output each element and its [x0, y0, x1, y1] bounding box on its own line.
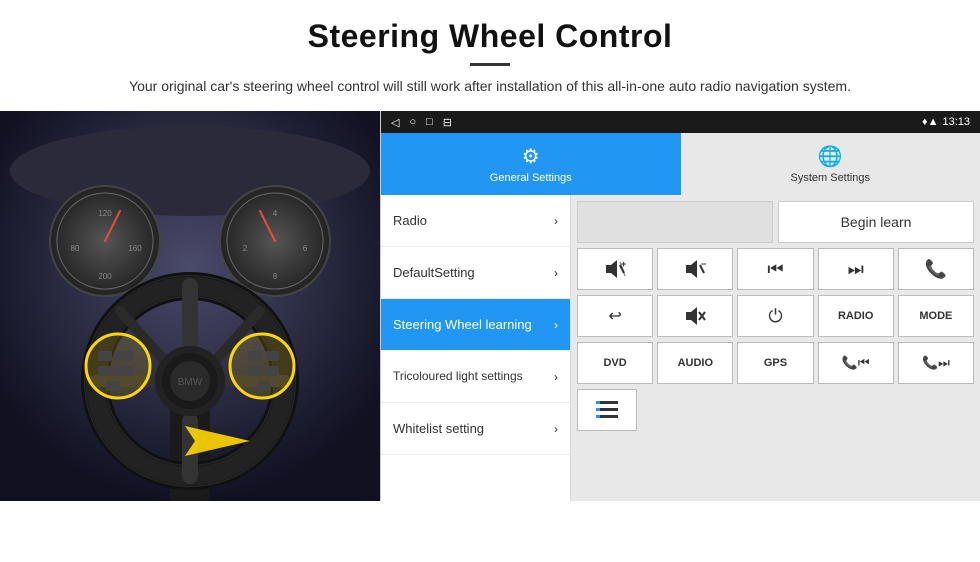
recents-icon[interactable]: □: [426, 116, 433, 129]
controls-row1: + − ⏮ ⏭ 📞: [577, 248, 974, 290]
clock: 13:13: [942, 116, 970, 128]
page-title: Steering Wheel Control: [60, 18, 920, 55]
car-image: 120 80 160 200 4 2 6 8: [0, 111, 380, 501]
phone-next-button[interactable]: 📞⏭: [898, 342, 974, 384]
chevron-icon: ›: [554, 318, 558, 332]
svg-text:160: 160: [128, 244, 142, 253]
menu-item-radio[interactable]: Radio ›: [381, 195, 570, 247]
svg-text:8: 8: [273, 272, 278, 281]
controls-panel: Begin learn + − ⏮ ⏭ 📞 ↩: [571, 195, 980, 501]
tab-system-settings[interactable]: 🌐 System Settings: [681, 133, 980, 195]
begin-learn-button[interactable]: Begin learn: [778, 201, 974, 243]
menu-icon[interactable]: ⊟: [443, 116, 452, 129]
header-subtitle: Your original car's steering wheel contr…: [60, 76, 920, 97]
volume-down-button[interactable]: −: [657, 248, 733, 290]
tab-general-settings[interactable]: ⚙ General Settings: [381, 133, 681, 195]
learn-spacer: [577, 201, 773, 243]
menu-item-tricoloured[interactable]: Tricoloured light settings ›: [381, 351, 570, 403]
phone-answer-button[interactable]: 📞: [898, 248, 974, 290]
tab-general-label: General Settings: [490, 172, 572, 184]
chevron-icon: ›: [554, 370, 558, 384]
dvd-button[interactable]: DVD: [577, 342, 653, 384]
tab-bar: ⚙ General Settings 🌐 System Settings: [381, 133, 980, 195]
main-content: 120 80 160 200 4 2 6 8: [0, 111, 980, 501]
phone-hangup-button[interactable]: ↩: [577, 295, 653, 337]
menu-item-steering-wheel[interactable]: Steering Wheel learning ›: [381, 299, 570, 351]
controls-row4: [577, 389, 974, 431]
list-icon-button[interactable]: [577, 389, 637, 431]
menu-item-default-label: DefaultSetting: [393, 265, 475, 280]
controls-row3: DVD AUDIO GPS 📞⏮ 📞⏭: [577, 342, 974, 384]
status-bar: ◁ ○ □ ⊟ ♦▲ 13:13: [381, 111, 980, 133]
globe-icon: 🌐: [818, 144, 843, 169]
gear-icon: ⚙: [522, 144, 540, 169]
svg-text:4: 4: [273, 209, 278, 218]
mode-button[interactable]: MODE: [898, 295, 974, 337]
svg-text:6: 6: [303, 244, 308, 253]
menu-item-default-setting[interactable]: DefaultSetting ›: [381, 247, 570, 299]
chevron-icon: ›: [554, 214, 558, 228]
page-header: Steering Wheel Control Your original car…: [0, 0, 980, 107]
settings-menu: Radio › DefaultSetting › Steering Wheel …: [381, 195, 980, 501]
chevron-icon: ›: [554, 266, 558, 280]
svg-text:2: 2: [243, 244, 248, 253]
radio-button[interactable]: RADIO: [818, 295, 894, 337]
nav-icons: ◁ ○ □ ⊟: [391, 116, 452, 129]
menu-list: Radio › DefaultSetting › Steering Wheel …: [381, 195, 571, 501]
android-ui: ◁ ○ □ ⊟ ♦▲ 13:13 ⚙ General Settings 🌐 Sy…: [380, 111, 980, 501]
svg-text:BMW: BMW: [178, 377, 203, 388]
menu-item-tricoloured-label: Tricoloured light settings: [393, 369, 523, 385]
svg-text:+: +: [621, 259, 626, 269]
svg-text:200: 200: [98, 272, 112, 281]
next-track-button[interactable]: ⏭: [818, 248, 894, 290]
menu-item-whitelist[interactable]: Whitelist setting ›: [381, 403, 570, 455]
mute-button[interactable]: [657, 295, 733, 337]
begin-learn-row: Begin learn: [577, 201, 974, 243]
svg-text:120: 120: [98, 209, 112, 218]
status-icons: ♦▲ 13:13: [922, 116, 970, 128]
power-button[interactable]: ⏻: [737, 295, 813, 337]
audio-button[interactable]: AUDIO: [657, 342, 733, 384]
prev-track-button[interactable]: ⏮: [737, 248, 813, 290]
chevron-icon: ›: [554, 422, 558, 436]
header-divider: [470, 63, 510, 66]
menu-item-radio-label: Radio: [393, 213, 427, 228]
home-icon[interactable]: ○: [409, 116, 416, 129]
menu-item-whitelist-label: Whitelist setting: [393, 421, 484, 436]
svg-text:80: 80: [71, 244, 80, 253]
svg-text:−: −: [701, 259, 706, 269]
signal-icon: ♦▲: [922, 116, 939, 128]
gps-button[interactable]: GPS: [737, 342, 813, 384]
volume-up-button[interactable]: +: [577, 248, 653, 290]
menu-item-steering-label: Steering Wheel learning: [393, 317, 532, 332]
tab-system-label: System Settings: [791, 172, 870, 184]
phone-prev-button[interactable]: 📞⏮: [818, 342, 894, 384]
back-icon[interactable]: ◁: [391, 116, 399, 129]
controls-row2: ↩ ⏻ RADIO MODE: [577, 295, 974, 337]
